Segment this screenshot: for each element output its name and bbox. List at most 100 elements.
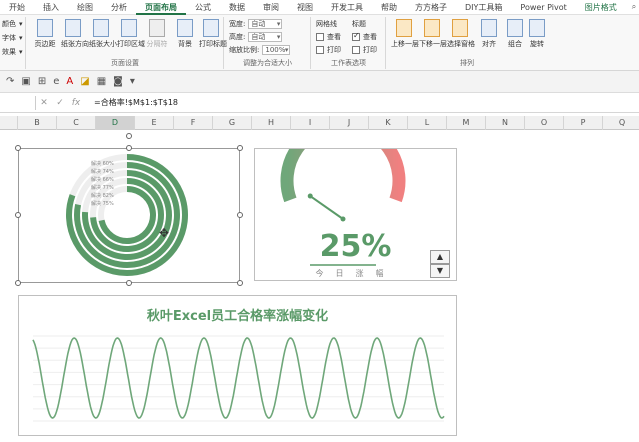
column-header-C[interactable]: C	[57, 116, 96, 130]
tab-13[interactable]: Power Pivot	[511, 0, 575, 15]
group-button[interactable]: 组合	[503, 19, 527, 49]
column-header-O[interactable]: O	[525, 116, 564, 130]
column-header-N[interactable]: N	[486, 116, 525, 130]
formula-text[interactable]: =合格率!$M$1:$T$18	[94, 97, 178, 108]
column-header-D[interactable]: D	[96, 116, 135, 130]
fill-color-icon[interactable]: ◪	[80, 76, 89, 87]
cancel-icon[interactable]: ✕	[36, 98, 52, 108]
save-icon[interactable]: ▣	[21, 76, 30, 87]
orientation-button[interactable]: 纸张方向	[61, 19, 89, 49]
border-icon[interactable]: ▦	[97, 76, 106, 87]
gridlines-view-check[interactable]: 查看	[316, 32, 341, 42]
column-header-E[interactable]: E	[135, 116, 174, 130]
column-header-Q[interactable]: Q	[603, 116, 639, 130]
column-header-F[interactable]: F	[174, 116, 213, 130]
column-header-G[interactable]: G	[213, 116, 252, 130]
column-header-B[interactable]: B	[18, 116, 57, 130]
breaks-button[interactable]: 分隔符	[145, 19, 169, 49]
resize-handle[interactable]	[237, 280, 243, 286]
gauge-arc	[280, 118, 406, 203]
breaks-icon	[149, 19, 165, 37]
column-header-K[interactable]: K	[369, 116, 408, 130]
name-box[interactable]	[0, 95, 36, 110]
tab-6[interactable]: 数据	[220, 0, 254, 15]
scale-group: 宽度:自动 高度:自动 缩放比例:100% 调整为合适大小	[225, 17, 311, 69]
tab-2[interactable]: 绘图	[68, 0, 102, 15]
rotate-handle[interactable]	[126, 133, 132, 139]
column-header-I[interactable]: I	[291, 116, 330, 130]
spinner-down-button[interactable]: ▼	[430, 264, 450, 278]
resize-handle[interactable]	[15, 212, 21, 218]
bring-forward-button[interactable]: 上移一层	[391, 19, 419, 49]
tab-1[interactable]: 插入	[34, 0, 68, 15]
column-header-J[interactable]: J	[330, 116, 369, 130]
headings-print-check[interactable]: 打印	[352, 45, 377, 55]
more-icon[interactable]: ▾	[130, 76, 135, 87]
tab-12[interactable]: DIY工具箱	[456, 0, 511, 15]
headings-view-check[interactable]: 查看	[352, 31, 377, 42]
column-headers: BCDEFGHIJKLMNOPQ	[0, 116, 639, 130]
checkbox[interactable]	[352, 46, 360, 54]
font-color-icon[interactable]: A	[66, 76, 73, 87]
tab-0[interactable]: 开始	[0, 0, 34, 15]
wave-chart[interactable]: 秋叶Excel员工合格率涨幅变化	[18, 295, 457, 436]
print-area-icon	[121, 19, 137, 37]
gauge-chart[interactable]: 25% 今日涨幅	[254, 118, 457, 281]
height-dropdown[interactable]: 自动	[248, 32, 283, 42]
resize-handle[interactable]	[126, 280, 132, 286]
confirm-icon[interactable]: ✓	[52, 98, 68, 108]
effects-button[interactable]: 效果 ▾	[2, 47, 23, 57]
fonts-button[interactable]: 字体 ▾	[2, 33, 23, 43]
theme-group: 颜色 ▾ 字体 ▾ 效果 ▾	[0, 17, 26, 69]
print-titles-button[interactable]: 打印标题	[199, 19, 227, 49]
redo-icon[interactable]: ↷	[6, 76, 14, 87]
checkbox-checked[interactable]	[352, 31, 360, 41]
align-button[interactable]: 对齐	[477, 19, 501, 49]
margins-icon	[37, 19, 53, 37]
worksheet[interactable]: 解决 60% 解决 74% 解决 66% 解决 77% 解决 82% 解决 75% ✥ 25…	[0, 118, 639, 442]
resize-handle[interactable]	[126, 145, 132, 151]
send-backward-button[interactable]: 下移一层	[419, 19, 447, 49]
gridlines-heading: 网格线	[316, 20, 337, 28]
tab-8[interactable]: 视图	[288, 0, 322, 15]
fx-icon[interactable]: fx	[68, 98, 84, 108]
resize-handle[interactable]	[237, 145, 243, 151]
needle-pivot	[340, 216, 346, 222]
tab-5[interactable]: 公式	[186, 0, 220, 15]
colors-button[interactable]: 颜色 ▾	[2, 19, 23, 29]
tab-10[interactable]: 帮助	[372, 0, 406, 15]
column-header-M[interactable]: M	[447, 116, 486, 130]
resize-handle[interactable]	[237, 212, 243, 218]
tab-4[interactable]: 页面布局	[136, 0, 186, 15]
column-header-H[interactable]: H	[252, 116, 291, 130]
tab-14[interactable]: 图片格式	[576, 0, 626, 15]
column-header-L[interactable]: L	[408, 116, 447, 130]
gridlines-print-check[interactable]: 打印	[316, 45, 341, 55]
margins-button[interactable]: 页边距	[33, 19, 57, 49]
tab-3[interactable]: 分析	[102, 0, 136, 15]
grid-icon[interactable]: ⊞	[38, 76, 46, 87]
checkbox[interactable]	[316, 46, 324, 54]
checkbox[interactable]	[316, 33, 324, 41]
select-all-corner[interactable]	[0, 116, 18, 130]
resize-handle[interactable]	[15, 145, 21, 151]
resize-handle[interactable]	[15, 280, 21, 286]
rotate-button[interactable]: 旋转	[525, 19, 549, 49]
ring-chart[interactable]: 解决 60% 解决 74% 解决 66% 解决 77% 解决 82% 解决 75% ✥	[18, 148, 240, 283]
selection-pane-button[interactable]: 选择窗格	[447, 19, 475, 49]
page-setup-group: 页边距 纸张方向 纸张大小 打印区域 分隔符 背景 打印标题 页面设置	[27, 17, 227, 69]
page-setup-label: 页面设置	[111, 59, 139, 67]
width-dropdown[interactable]: 自动	[248, 19, 283, 29]
camera-icon[interactable]: ◙	[113, 76, 123, 87]
print-area-button[interactable]: 打印区域	[117, 19, 145, 49]
column-header-P[interactable]: P	[564, 116, 603, 130]
tab-7[interactable]: 审阅	[254, 0, 288, 15]
size-button[interactable]: 纸张大小	[89, 19, 117, 49]
scale-input[interactable]: 100%	[262, 45, 291, 55]
background-button[interactable]: 背景	[173, 19, 197, 49]
tab-11[interactable]: 方方格子	[406, 0, 456, 15]
ring-label: 解决 82%	[91, 192, 114, 199]
tab-9[interactable]: 开发工具	[322, 0, 372, 15]
spinner-up-button[interactable]: ▲	[430, 250, 450, 264]
font-icon[interactable]: e	[53, 76, 59, 87]
